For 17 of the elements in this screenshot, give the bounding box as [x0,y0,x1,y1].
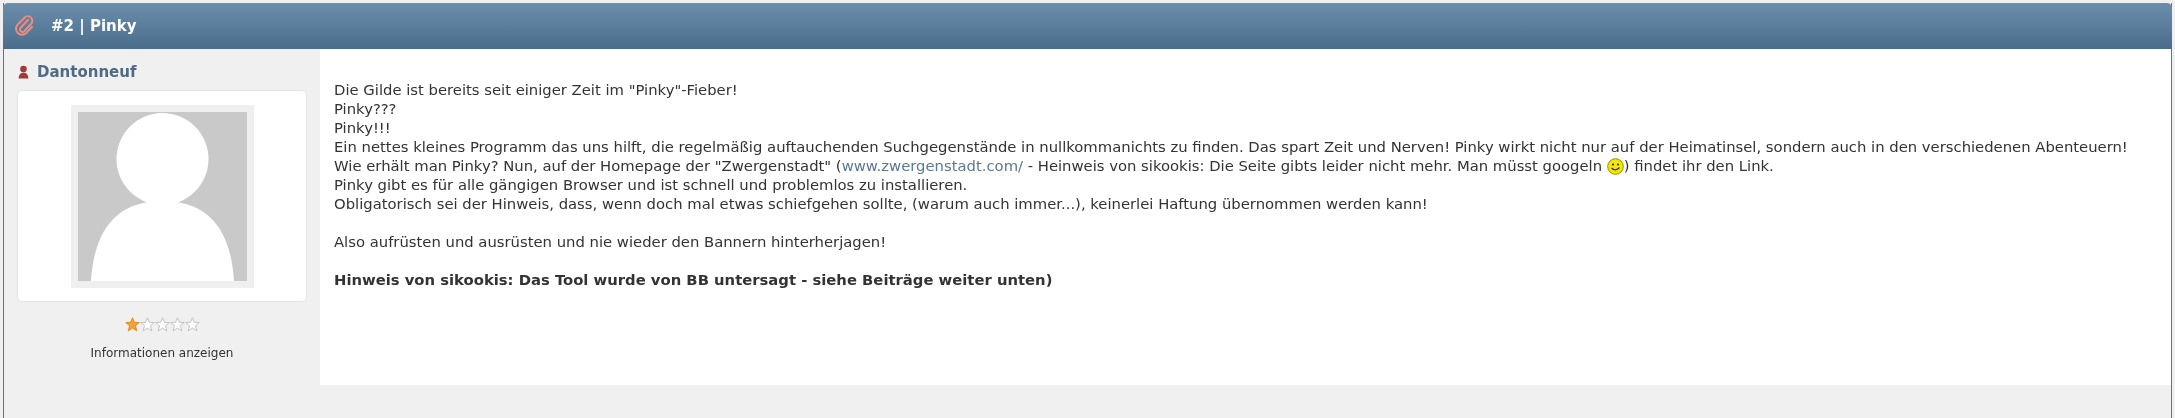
post-text: Hinweis von sikookis: Das Tool wurde von BB untersagt - siehe Beiträge weiter unten) [334,270,1054,289]
smiley-icon [1606,158,1624,175]
info-link[interactable]: Informationen anzeigen [90,346,234,360]
post-text: Pinky!!! [334,118,392,137]
post-text: Ein nettes kleines Programm das uns hilft, die regelmäßig auftauchenden Suchgegenstände in nullkommanichts zu finden. Das spart Zeit und Nerven! Pinky wirkt nicht nur auf der Heimatinsel, sondern auch in den verschiedenen Abenteuern! [334,137,2129,156]
author-name[interactable]: Dantonneuf [37,60,137,84]
filled-star-icon [124,317,140,332]
post-text: Obligatorisch sei der Hinweis, dass, wenn doch mal etwas schiefgehen sollte, (warum auch immer...), keinerlei Haftung übernommen werden kann! [334,194,1429,213]
post-text: Pinky??? [334,99,398,118]
website-link[interactable]: www.zwergenstadt.com/ [841,157,1024,174]
post-text: Wie erhält man Pinky? Nun, auf der Homepage der "Zwergenstadt" (www.zwergenstadt.com/ - Heinweis von sikookis: Die Seite gibts leider nicht mehr. Man müsst googeln ) findet ihr den Link. [334,156,1775,175]
post-text: Also aufrüsten und ausrüsten und nie wieder den Bannern hinterherjagen! [334,232,888,251]
user-icon [18,65,29,79]
post-title: #2 | Pinky [51,15,137,37]
post-text: Pinky gibt es für alle gängigen Browser und ist schnell und problemlos zu installieren. [334,175,969,194]
post-text: Die Gilde ist bereits seit einiger Zeit im "Pinky"-Fieber! [334,80,739,99]
paperclip-icon [15,15,35,37]
